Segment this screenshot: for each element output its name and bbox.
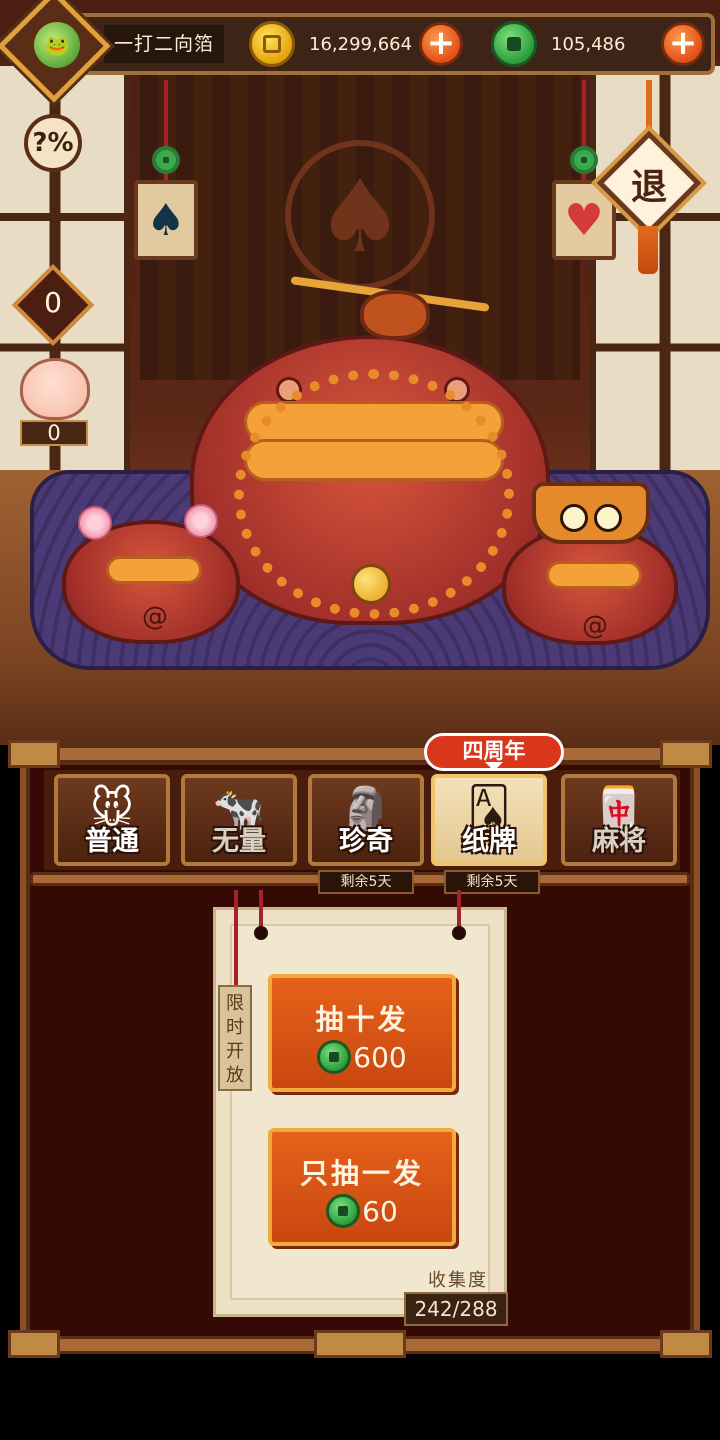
tab-cards[interactable]: 🂡 纸牌 [431, 774, 547, 866]
draw-one-price: 60 [272, 1194, 452, 1228]
corner-bracket [8, 740, 60, 768]
jade-coin-icon [317, 1040, 352, 1074]
tassel-decoration [638, 226, 658, 274]
big-toad-figure [190, 335, 550, 625]
flower-icon [184, 504, 218, 538]
panel-top-rail [30, 745, 690, 763]
spade-emblem-icon: ♠ [285, 140, 435, 290]
tab-rare[interactable]: 🗿 珍奇 [308, 774, 424, 866]
draw-ten-button[interactable]: 抽十发 600 [268, 974, 456, 1092]
rope-knot [452, 926, 466, 940]
rare-timer: 剩余5天 [318, 870, 414, 894]
jade-coin-icon [326, 1194, 361, 1228]
tab-normal[interactable]: 🐭 普通 [54, 774, 170, 866]
rope-knot [254, 926, 268, 940]
jade-coin-icon [570, 146, 598, 174]
collection-progress: 242/288 [404, 1292, 508, 1326]
add-gold-button[interactable]: + [419, 22, 463, 66]
scroll-rope [234, 890, 238, 990]
draw-one-button[interactable]: 只抽一发 60 [268, 1128, 456, 1246]
gold-currency: 16,299,664 + [249, 21, 463, 67]
tag-char: 限 [226, 993, 244, 1014]
exit-label: 退 [630, 167, 667, 208]
gold-coin-icon [249, 21, 295, 67]
tab-mahjong[interactable]: 🀄 麻将 [561, 774, 677, 866]
piggy-bank-count: 0 [20, 420, 88, 446]
tag-char: 放 [226, 1065, 244, 1086]
scroll-rope [259, 890, 263, 930]
counter-value: 0 [44, 286, 62, 319]
player-name: 一打二向箔 [104, 25, 225, 63]
jade-coin-icon [491, 21, 537, 67]
tab-label: 普通 [85, 826, 139, 857]
flower-icon [78, 506, 112, 540]
draw-scroll [213, 907, 507, 1317]
spade-tile-icon: ♠ [134, 180, 198, 260]
tab-label: 无量 [212, 826, 266, 857]
gold-amount: 16,299,664 [309, 33, 413, 55]
top-bar: 一打二向箔 16,299,664 + 105,486 + [55, 13, 715, 75]
collection-label: 收集度 [428, 1270, 488, 1291]
toad-shrine-scene: ♠ ♠ ♥ @ @ [0, 0, 720, 745]
tag-char: 时 [226, 1017, 244, 1038]
tab-label: 珍奇 [339, 826, 393, 857]
corner-bracket [660, 740, 712, 768]
draw-ten-cost: 600 [353, 1040, 407, 1074]
tag-char: 开 [226, 1041, 244, 1062]
piggy-bank-icon[interactable] [20, 358, 90, 420]
tab-wuliang[interactable]: 🐄 无量 [181, 774, 297, 866]
scroll-rope [457, 890, 461, 930]
draw-ten-label: 抽十发 [315, 1003, 409, 1036]
add-jade-button[interactable]: + [661, 22, 705, 66]
limited-time-tag: 限 时 开 放 [218, 985, 252, 1091]
jade-coin-icon [152, 146, 180, 174]
draw-ten-price: 600 [272, 1040, 452, 1074]
anniversary-badge: 四周年 [424, 733, 564, 771]
tab-label: 麻将 [592, 826, 646, 857]
draw-one-cost: 60 [362, 1194, 398, 1228]
jade-amount: 105,486 [551, 33, 626, 55]
corner-bracket [8, 1330, 60, 1358]
avatar[interactable]: 🐸 [34, 22, 80, 68]
center-clasp [314, 1330, 406, 1358]
pipe-bowl [360, 290, 430, 340]
odds-help-button[interactable]: ?% [24, 114, 82, 172]
corner-bracket [660, 1330, 712, 1358]
tab-label: 纸牌 [462, 826, 516, 857]
jade-currency: 105,486 + [491, 21, 705, 67]
tiger-mask-icon [532, 482, 650, 544]
draw-one-label: 只抽一发 [299, 1157, 424, 1190]
